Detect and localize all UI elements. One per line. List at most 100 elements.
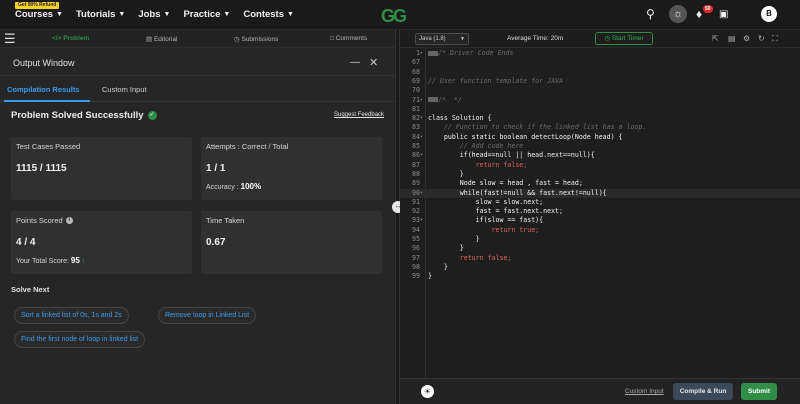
expand-icon[interactable]: ⇱ bbox=[712, 34, 719, 43]
code-editor[interactable]: 1 ▸/* Driver Code Ends 67 68 69// User funct… bbox=[400, 48, 800, 378]
test-cases-card: Test Cases Passed 1115 / 1115 bbox=[11, 137, 192, 200]
time-taken-card: Time Taken 0.67 bbox=[201, 211, 382, 274]
compile-run-button[interactable]: Compile & Run bbox=[673, 383, 733, 400]
solve-next-item[interactable]: Find the first node of loop in linked li… bbox=[14, 331, 146, 348]
code-line: 85 // Add code here bbox=[400, 142, 800, 151]
nav-contests[interactable]: Contests ▼ bbox=[243, 9, 294, 20]
code-line: 83 // Function to check if the linked li… bbox=[400, 123, 800, 132]
line-number: 94 bbox=[412, 225, 420, 234]
editor-bottom-bar: ☀ Custom Input Compile & Run Submit bbox=[400, 378, 800, 404]
fold-arrow-icon[interactable]: ▸ bbox=[420, 49, 423, 58]
code-line: 91 slow = slow.next; bbox=[400, 198, 800, 207]
total-score-line: Your Total Score: 95 ↑ bbox=[16, 256, 86, 265]
line-number: 97 bbox=[412, 253, 420, 262]
chevron-down-icon: ▼ bbox=[56, 11, 63, 18]
output-window-title: Output Window bbox=[13, 58, 75, 68]
suggest-feedback-link[interactable]: Suggest Feedback bbox=[334, 112, 384, 118]
chevron-down-icon: ▼ bbox=[163, 11, 171, 18]
submit-button[interactable]: Submit bbox=[741, 383, 777, 400]
refund-promo-badge[interactable]: Get 90% Refund bbox=[15, 2, 60, 9]
tab-compilation-results[interactable]: Compilation Results bbox=[7, 85, 80, 94]
code-line: 84 ▾ public static boolean detectLoop(Nod… bbox=[400, 133, 800, 142]
tab-comments[interactable]: □ Comments bbox=[330, 35, 367, 42]
custom-input-link[interactable]: Custom Input bbox=[625, 388, 664, 395]
status-message: Problem Solved Successfully ✓ bbox=[11, 110, 157, 121]
tab-custom-input[interactable]: Custom Input bbox=[102, 85, 147, 94]
time-taken-value: 0.67 bbox=[206, 237, 226, 248]
code-line: 82 ▾ class Solution { bbox=[400, 114, 800, 123]
code-line: 98 } bbox=[400, 263, 800, 272]
fullscreen-icon[interactable]: ⛶ bbox=[772, 34, 778, 44]
chevron-down-icon: ▼ bbox=[287, 11, 294, 18]
check-circle-icon: ✓ bbox=[147, 111, 157, 120]
bell-icon[interactable]: ♦ bbox=[696, 7, 702, 21]
chevron-down-icon: ▼ bbox=[460, 36, 465, 42]
output-window: Output Window — ✕ Compilation Results Cu… bbox=[0, 48, 395, 404]
code-line: 92 fast = fast.next.next; bbox=[400, 207, 800, 216]
line-number: 88 bbox=[412, 169, 420, 178]
line-number: 70 bbox=[412, 86, 420, 95]
chevron-down-icon: ▼ bbox=[118, 11, 126, 18]
tab-editorial[interactable]: ▤ Editorial bbox=[146, 35, 177, 43]
line-number: 71 bbox=[412, 95, 420, 104]
code-text: class Solution { bbox=[428, 114, 492, 123]
language-select[interactable]: Java (1.8) ▼ bbox=[415, 33, 469, 45]
nav-tutorials[interactable]: Tutorials ▼ bbox=[76, 9, 125, 20]
lightbulb-icon[interactable]: ☀ bbox=[421, 385, 434, 398]
fold-arrow-icon[interactable]: ▾ bbox=[420, 216, 423, 225]
code-text: while(fast!=null && fast.next!=null){ bbox=[428, 188, 607, 197]
fold-arrow-icon[interactable]: ▾ bbox=[420, 133, 423, 142]
fold-arrow-icon[interactable]: ▾ bbox=[420, 151, 423, 160]
line-number: 67 bbox=[412, 58, 420, 67]
code-text: } bbox=[428, 262, 448, 271]
nav-courses[interactable]: Courses ▼ bbox=[15, 9, 63, 20]
code-text: return true; bbox=[428, 225, 540, 234]
hamburger-menu-icon[interactable]: ☰ bbox=[4, 32, 16, 45]
code-text: // Add code here bbox=[428, 142, 524, 150]
tab-problem[interactable]: </> Problem bbox=[52, 35, 89, 42]
code-text: /* */ bbox=[438, 95, 462, 104]
search-icon[interactable]: ⚲ bbox=[646, 7, 655, 21]
theme-toggle-sun-icon[interactable]: ☼ bbox=[669, 5, 687, 23]
line-number: 81 bbox=[412, 104, 420, 113]
problem-tabs-bar: ☰ </> Problem ▤ Editorial ◷ Submissions … bbox=[0, 30, 395, 48]
line-number: 82 bbox=[412, 114, 420, 123]
solve-next-item[interactable]: Remove loop in Linked List bbox=[158, 307, 257, 324]
fold-arrow-icon[interactable]: ▾ bbox=[420, 114, 423, 123]
collapsed-code-marker[interactable] bbox=[428, 50, 438, 56]
fold-arrow-icon[interactable]: ▸ bbox=[420, 96, 423, 105]
code-text: return false; bbox=[428, 253, 512, 262]
line-number: 83 bbox=[412, 123, 420, 132]
info-icon[interactable]: i bbox=[65, 217, 73, 224]
code-line: 86 ▾ if(head==null || head.next==null){ bbox=[400, 151, 800, 160]
line-number: 69 bbox=[412, 76, 420, 85]
code-line: 81 bbox=[400, 105, 800, 114]
nav-jobs[interactable]: Jobs ▼ bbox=[138, 9, 170, 20]
code-line: 90 ▾ while(fast!=null && fast.next!=null)… bbox=[400, 188, 800, 198]
reset-icon[interactable]: ↻ bbox=[758, 34, 765, 43]
line-number: 99 bbox=[412, 272, 420, 281]
minimize-icon[interactable]: — bbox=[350, 57, 360, 68]
collapsed-code-marker[interactable] bbox=[428, 97, 438, 102]
fold-arrow-icon[interactable]: ▾ bbox=[420, 189, 423, 198]
points-value: 4 / 4 bbox=[16, 237, 36, 248]
solve-next-item[interactable]: Sort a linked list of 0s, 1s and 2s bbox=[14, 307, 129, 324]
code-line: 67 bbox=[400, 58, 800, 67]
code-line: 71 ▸ /* */ bbox=[400, 96, 800, 105]
settings-icon[interactable]: ⚙ bbox=[743, 34, 750, 43]
editor-tool-icon[interactable]: ▤ bbox=[728, 34, 736, 43]
code-line: 97 return false; bbox=[400, 254, 800, 263]
nav-practice[interactable]: Practice ▼ bbox=[183, 9, 230, 20]
tab-submissions[interactable]: ◷ Submissions bbox=[234, 35, 278, 43]
start-timer-button[interactable]: ◷ Start Timer bbox=[595, 32, 653, 45]
points-card: Points Scored i 4 / 4 Your Total Score: 9… bbox=[11, 211, 192, 274]
translate-icon[interactable]: ▣ bbox=[719, 9, 728, 20]
avatar[interactable]: B bbox=[761, 6, 777, 22]
line-number: 87 bbox=[412, 160, 420, 169]
site-logo[interactable]: GG bbox=[381, 6, 407, 27]
code-line: 99} bbox=[400, 272, 800, 281]
code-line: 68 bbox=[400, 68, 800, 77]
arrow-up-icon: ↑ bbox=[81, 258, 86, 265]
code-text: /* Driver Code Ends bbox=[438, 49, 514, 57]
close-icon[interactable]: ✕ bbox=[369, 56, 378, 69]
